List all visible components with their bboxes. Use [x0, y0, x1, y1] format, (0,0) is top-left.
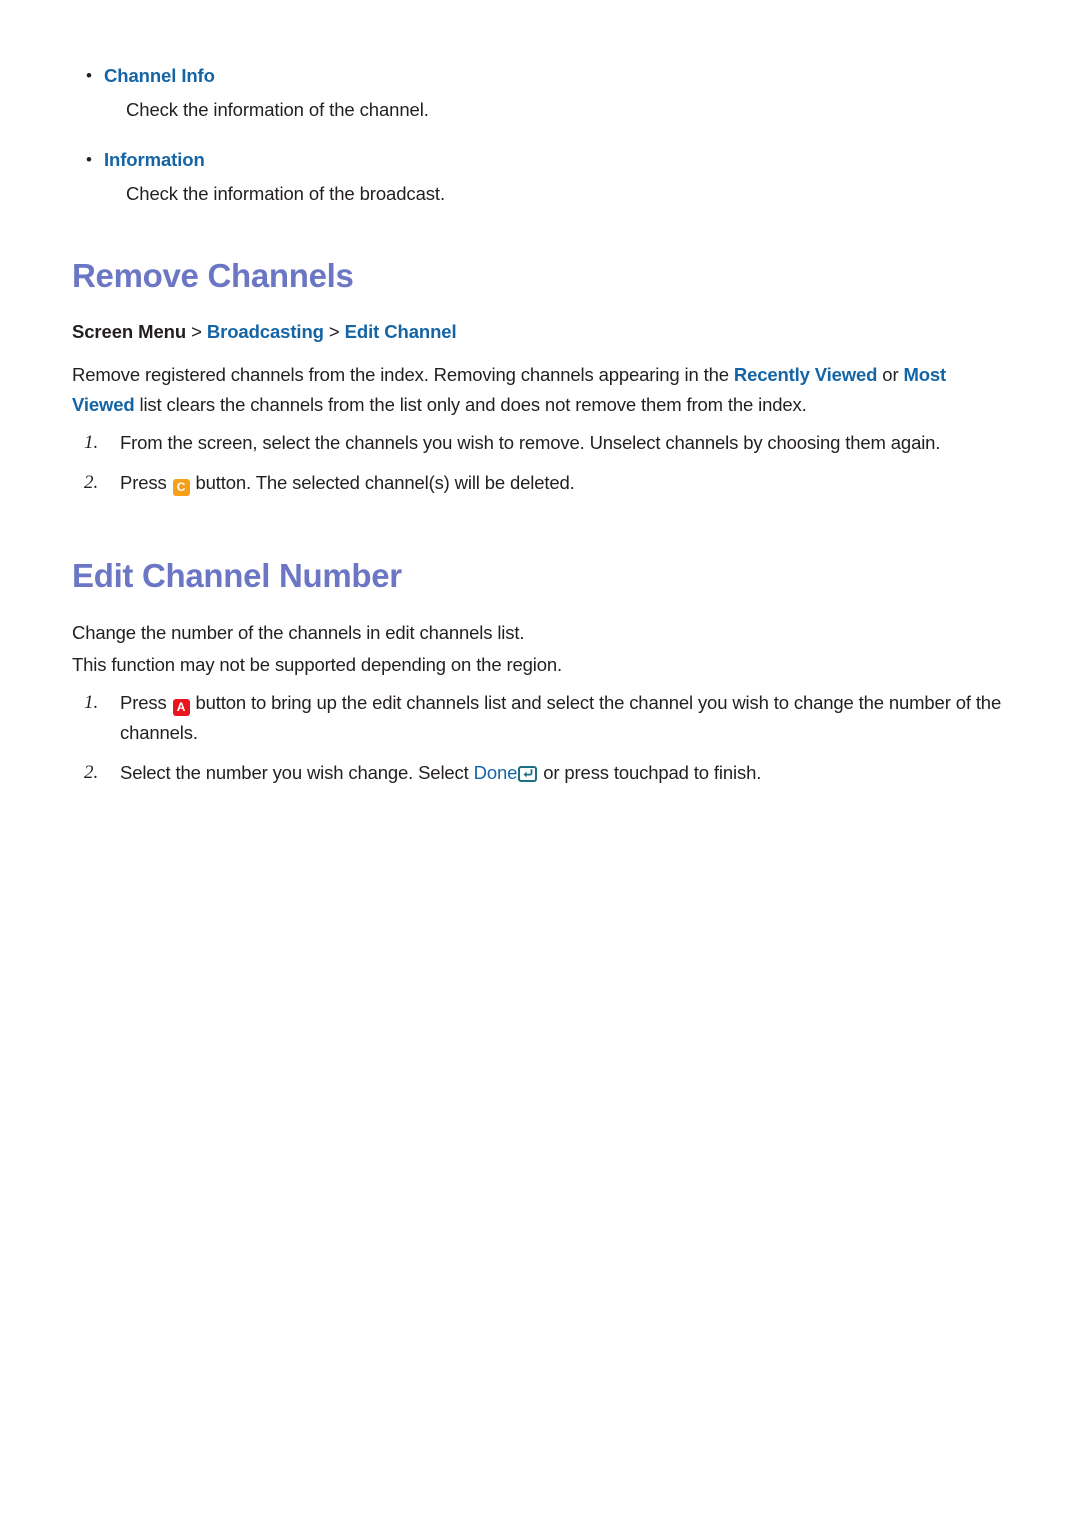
- step-number: 2.: [84, 762, 99, 783]
- step-text: Select the number you wish change. Selec…: [120, 758, 1008, 788]
- step-text-suffix: or press touchpad to finish.: [538, 762, 762, 783]
- done-label[interactable]: Done: [474, 762, 518, 783]
- bullet-title: Channel Info: [104, 65, 215, 86]
- step-text-prefix: Select the number you wish change. Selec…: [120, 762, 474, 783]
- step-number: 1.: [84, 692, 99, 713]
- intro-text-part-3: list clears the channels from the list o…: [134, 394, 807, 415]
- c-button-icon[interactable]: C: [172, 479, 190, 496]
- bullet-dot-icon: [72, 62, 104, 90]
- breadcrumb-item-broadcasting[interactable]: Broadcasting: [207, 321, 324, 342]
- a-button-icon[interactable]: A: [172, 699, 190, 716]
- page-title-remove-channels: Remove Channels: [72, 257, 354, 294]
- bullet-dot-icon: [72, 146, 104, 174]
- list-item: Channel Info: [72, 62, 1008, 90]
- list-item: 1. From the screen, select the channels …: [72, 428, 1008, 458]
- breadcrumb: Screen Menu > Broadcasting > Edit Channe…: [72, 318, 1008, 346]
- breadcrumb-root: Screen Menu: [72, 321, 187, 342]
- step-number: 1.: [84, 432, 99, 453]
- list-item: Information: [72, 146, 1008, 174]
- breadcrumb-separator: >: [323, 321, 345, 342]
- edit-channel-number-paragraph-1: Change the number of the channels in edi…: [72, 622, 525, 643]
- step-text: Press A button to bring up the edit chan…: [120, 688, 1008, 748]
- step-text: From the screen, select the channels you…: [120, 432, 941, 453]
- remove-channels-steps: 1. From the screen, select the channels …: [72, 428, 1008, 498]
- enter-key-icon[interactable]: [518, 766, 538, 782]
- intro-text-part-2: or: [877, 364, 904, 385]
- step-text-suffix: button. The selected channel(s) will be …: [190, 472, 575, 493]
- step-number: 2.: [84, 472, 99, 493]
- highlight-recently-viewed: Recently Viewed: [733, 364, 878, 385]
- bullet-description: Check the information of the broadcast.: [126, 183, 446, 204]
- breadcrumb-item-edit-channel[interactable]: Edit Channel: [345, 321, 457, 342]
- intro-text-part-1: Remove registered channels from the inde…: [72, 364, 734, 385]
- step-text-suffix: button to bring up the edit channels lis…: [120, 692, 1002, 743]
- bullet-title: Information: [104, 149, 205, 170]
- remove-channels-intro: Remove registered channels from the inde…: [72, 360, 1008, 420]
- list-item: 2. Press C button. The selected channel(…: [72, 468, 1008, 498]
- document-page: Channel Info Check the information of th…: [0, 0, 1080, 1527]
- page-title-edit-channel-number: Edit Channel Number: [72, 557, 402, 594]
- edit-channel-number-steps: 1. Press A button to bring up the edit c…: [72, 688, 1008, 788]
- feature-bullet-list: Channel Info Check the information of th…: [72, 62, 1008, 208]
- edit-channel-number-paragraph-2: This function may not be supported depen…: [72, 654, 562, 675]
- step-text: Press C button. The selected channel(s) …: [120, 468, 1008, 498]
- bullet-description: Check the information of the channel.: [126, 99, 429, 120]
- list-item: 2. Select the number you wish change. Se…: [72, 758, 1008, 788]
- step-text-prefix: Press: [120, 472, 172, 493]
- breadcrumb-separator: >: [186, 321, 207, 342]
- step-text-prefix: Press: [120, 692, 172, 713]
- list-item: 1. Press A button to bring up the edit c…: [72, 688, 1008, 748]
